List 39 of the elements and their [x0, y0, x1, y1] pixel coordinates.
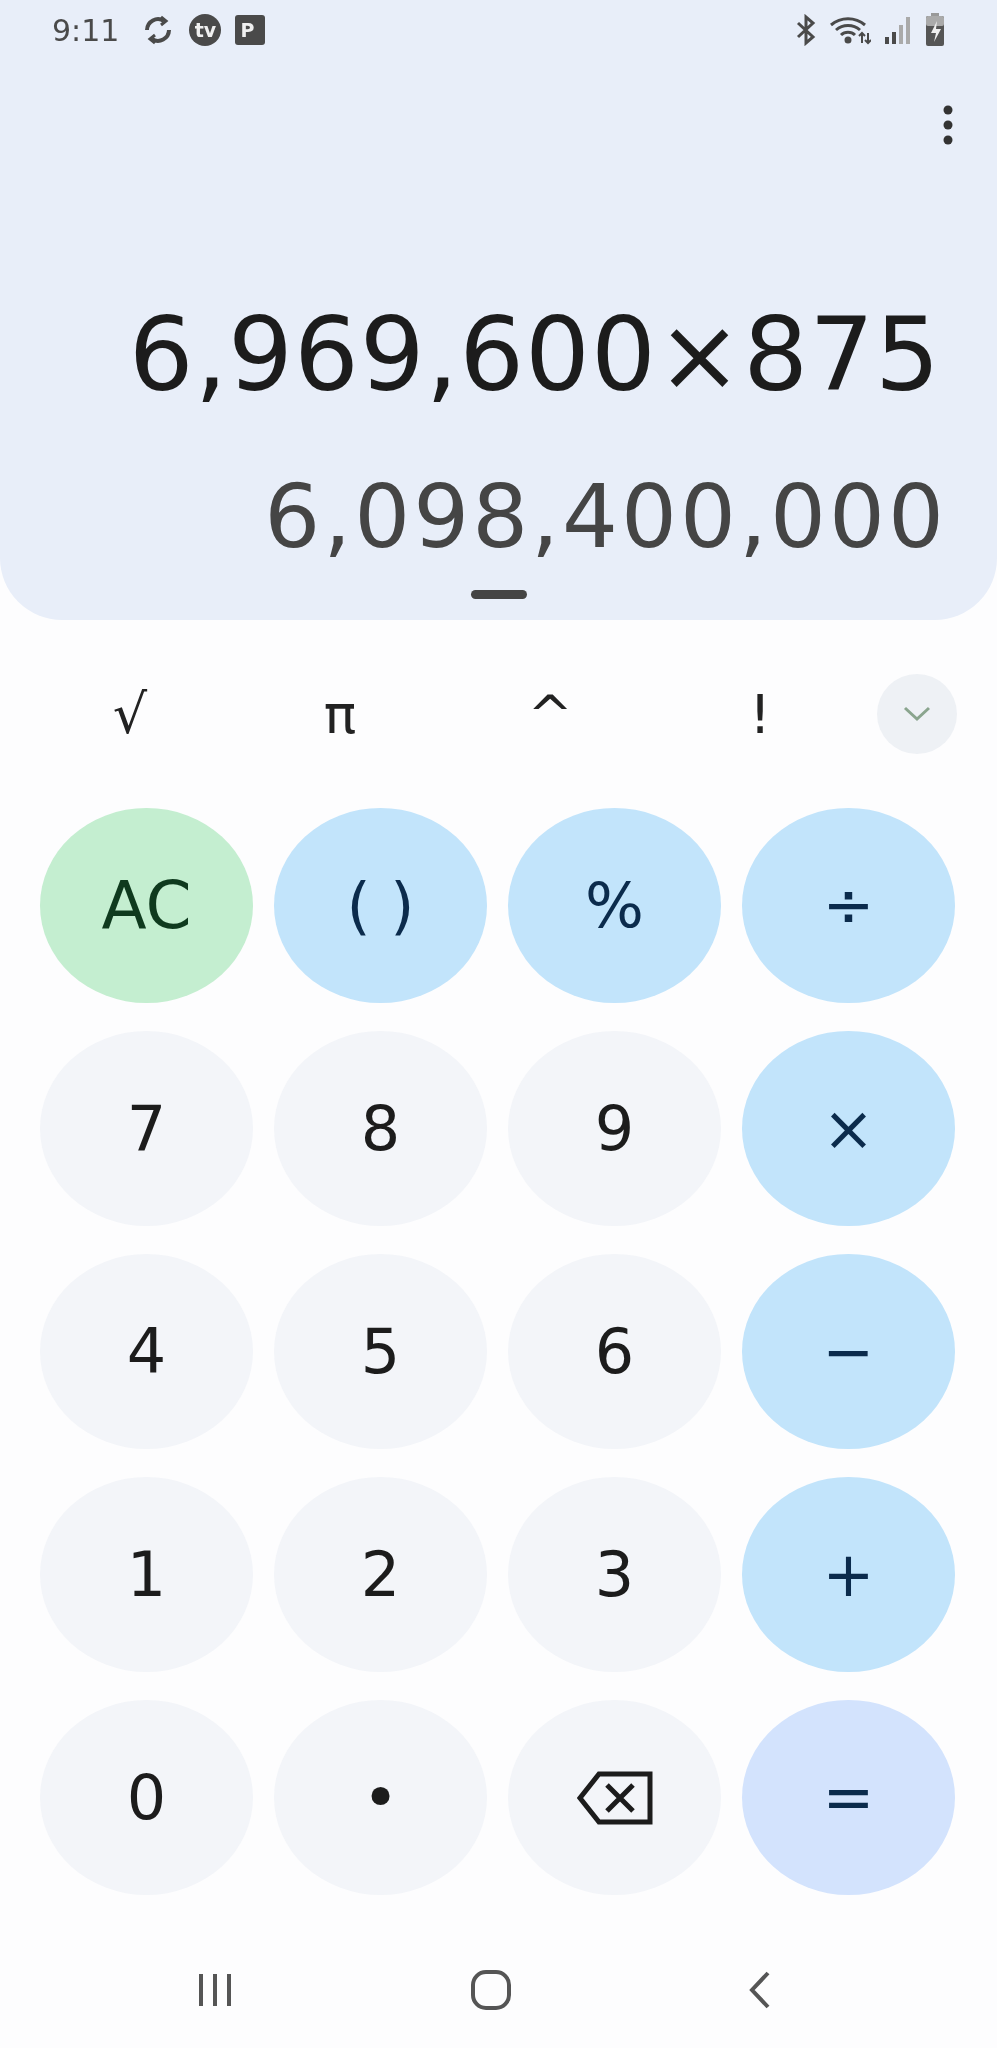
digit-key[interactable]: 4	[40, 1254, 253, 1449]
digit-key[interactable]: 1	[40, 1477, 253, 1672]
wifi-icon	[829, 15, 871, 45]
drag-handle[interactable]	[470, 590, 527, 599]
function-key[interactable]: !	[700, 669, 820, 759]
function-key[interactable]: √	[70, 669, 190, 759]
clear-button[interactable]: AC	[40, 808, 253, 1003]
expression-text: 6,969,600×875	[127, 294, 942, 416]
function-key[interactable]: ^	[490, 669, 610, 759]
bluetooth-icon	[795, 14, 817, 46]
operator-key[interactable]: %	[508, 808, 721, 1003]
more-options-icon[interactable]	[943, 105, 953, 145]
digit-key[interactable]: 8	[274, 1031, 487, 1226]
app-badge: P	[235, 15, 266, 45]
digit-key[interactable]: 7	[40, 1031, 253, 1226]
digit-key[interactable]: 0	[40, 1700, 253, 1895]
equals-button[interactable]: =	[742, 1700, 955, 1895]
operator-key[interactable]: ×	[742, 1031, 955, 1226]
digit-key[interactable]: 3	[508, 1477, 721, 1672]
result-text: 6,098,400,000	[263, 464, 948, 570]
backspace-icon	[576, 1770, 653, 1825]
battery-icon	[925, 13, 945, 47]
back-icon[interactable]	[748, 1970, 772, 2010]
function-key[interactable]: π	[280, 669, 400, 759]
digit-key[interactable]: 9	[508, 1031, 721, 1226]
digit-key[interactable]: •	[274, 1700, 487, 1895]
operator-key[interactable]: ( )	[274, 808, 487, 1003]
chevron-down-icon	[902, 705, 932, 723]
clock-time: 9:11	[52, 12, 120, 48]
digit-key[interactable]: 6	[508, 1254, 721, 1449]
app-badge: tv	[189, 14, 222, 46]
digit-key[interactable]: 2	[274, 1477, 487, 1672]
recent-apps-icon[interactable]	[196, 1972, 234, 2008]
signal-icon	[883, 15, 913, 45]
operator-key[interactable]: ÷	[742, 808, 955, 1003]
digit-key[interactable]: 5	[274, 1254, 487, 1449]
operator-key[interactable]: +	[742, 1477, 955, 1672]
home-icon[interactable]	[470, 1969, 512, 2011]
operator-key[interactable]: −	[742, 1254, 955, 1449]
